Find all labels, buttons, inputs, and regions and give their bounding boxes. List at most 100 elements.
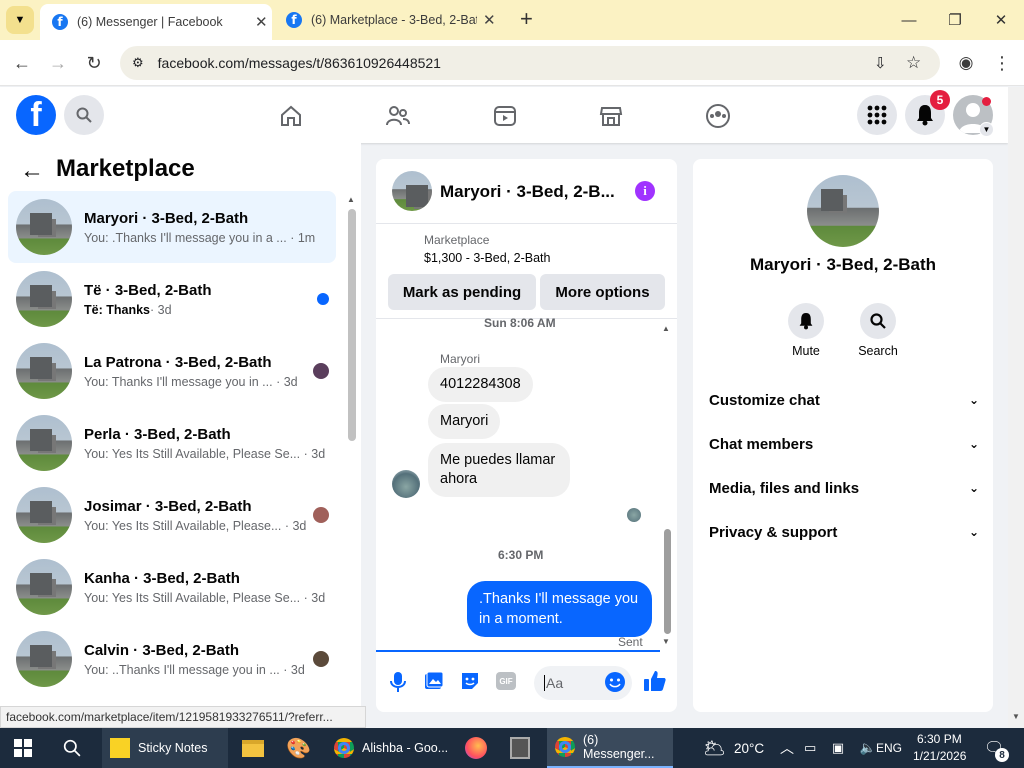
new-tab-button[interactable]: + [520, 6, 533, 32]
notification-center-count: 8 [995, 748, 1009, 762]
firefox-icon[interactable] [465, 728, 487, 768]
tab-search-button[interactable]: ▼ [6, 6, 34, 34]
friends-icon[interactable] [381, 99, 415, 133]
chevron-down-icon: ⌄ [968, 393, 979, 407]
media-files-links-section[interactable]: Media, files and links ⌄ [709, 474, 979, 502]
outgoing-message[interactable]: .Thanks I'll message you in a moment. [467, 581, 652, 637]
back-arrow-icon[interactable]: ← [20, 157, 44, 185]
conversation-item[interactable]: Josimar · 3-Bed, 2-Bath You: Yes Its Sti… [8, 479, 336, 551]
mark-pending-button[interactable]: Mark as pending [388, 274, 536, 310]
conversation-preview: You: Yes Its Still Available, Please Se.… [84, 446, 326, 461]
chevron-down-icon[interactable]: ▼ [979, 122, 994, 137]
input-language[interactable]: ENG [876, 728, 902, 768]
forward-icon[interactable]: → [42, 47, 74, 79]
scroll-up-arrow[interactable]: ▲ [662, 324, 670, 333]
install-app-icon[interactable]: ⇩ [874, 54, 887, 72]
weather-icon[interactable]: 🌥 [703, 728, 726, 768]
back-icon[interactable]: ← [6, 47, 38, 79]
tab-title: (6) Messenger | Facebook [77, 15, 223, 29]
scroll-down-arrow[interactable]: ▼ [662, 637, 670, 646]
seen-avatar [313, 363, 329, 379]
tab-messenger[interactable]: f (6) Messenger | Facebook ✕ [40, 4, 272, 40]
sticker-icon[interactable] [460, 671, 480, 696]
conversation-item[interactable]: La Patrona · 3-Bed, 2-Bath You: Thanks I… [8, 335, 336, 407]
taskbar-chrome-alishba[interactable]: Alishba - Goo... [328, 728, 454, 768]
chat-listing-thumbnail[interactable] [392, 171, 432, 211]
windows-start-icon[interactable] [14, 728, 32, 768]
menu-grid-icon[interactable] [857, 95, 897, 135]
profile-listing-photo[interactable] [807, 175, 879, 247]
info-icon[interactable]: i [635, 181, 655, 201]
thumbs-up-icon[interactable] [643, 669, 667, 698]
close-tab-icon[interactable]: ✕ [255, 13, 268, 31]
minimize-icon[interactable]: — [886, 0, 932, 40]
emoji-icon[interactable] [604, 671, 626, 698]
calculator-app-icon[interactable] [510, 728, 530, 768]
search-label: Search [858, 344, 898, 358]
notification-badge: 5 [930, 90, 950, 110]
customize-chat-section[interactable]: Customize chat ⌄ [709, 386, 979, 414]
search-icon[interactable] [64, 95, 104, 135]
weather-temp[interactable]: 20°C [734, 728, 764, 768]
more-options-button[interactable]: More options [540, 274, 665, 310]
conversation-item[interactable]: Maryori · 3-Bed, 2-Bath You: .Thanks I'l… [8, 191, 336, 263]
sender-name: Maryori [440, 352, 481, 366]
chat-members-section[interactable]: Chat members ⌄ [709, 430, 979, 458]
mute-bell-icon[interactable] [788, 303, 824, 339]
privacy-support-section[interactable]: Privacy & support ⌄ [709, 518, 979, 546]
reload-icon[interactable]: ↻ [78, 47, 110, 79]
gif-icon[interactable]: GIF [496, 672, 516, 690]
listing-detail[interactable]: $1,300 - 3-Bed, 2-Bath [424, 251, 550, 265]
menu-kebab-icon[interactable]: ⋮ [986, 47, 1018, 79]
conversation-item[interactable]: Kanha · 3-Bed, 2-Bath You: Yes Its Still… [8, 551, 336, 623]
sent-status: Sent [618, 635, 643, 649]
sticky-notes-icon [110, 738, 130, 758]
conversation-item[interactable]: Calvin · 3-Bed, 2-Bath You: ..Thanks I'l… [8, 623, 336, 695]
unread-dot [317, 293, 329, 305]
clock-time[interactable]: 6:30 PM [917, 732, 962, 746]
incoming-message[interactable]: Maryori [428, 404, 501, 439]
close-tab-icon[interactable]: ✕ [483, 11, 496, 29]
home-icon[interactable] [274, 99, 308, 133]
system-tray-icons[interactable]: ▭ ▣ 🔈 [804, 728, 882, 768]
chat-details-panel: Maryori · 3-Bed, 2-Bath Mute Search Cust… [693, 159, 993, 712]
browser-tab-bar: ▼ f (6) Messenger | Facebook ✕ f (6) Mar… [0, 0, 1024, 40]
show-hidden-icons[interactable]: ︿ [780, 728, 794, 768]
groups-icon[interactable] [701, 99, 735, 133]
restore-icon[interactable]: ❐ [932, 0, 978, 40]
clock-date[interactable]: 1/21/2026 [913, 749, 966, 763]
taskbar-search-icon[interactable] [63, 728, 81, 768]
search-icon[interactable] [860, 303, 896, 339]
address-bar[interactable]: ⚙ facebook.com/messages/t/86361092644852… [120, 46, 940, 80]
site-info-icon[interactable]: ⚙ [132, 55, 144, 71]
conversation-item[interactable]: Të · 3-Bed, 2-Bath Të: Thanks· 3d [8, 263, 336, 335]
scroll-up-arrow[interactable]: ▲ [347, 195, 355, 204]
tab-title: (6) Marketplace - 3-Bed, 2-Bath [311, 13, 477, 27]
conversation-list-scrollbar[interactable] [348, 209, 356, 441]
tab-marketplace[interactable]: f (6) Marketplace - 3-Bed, 2-Bath ✕ [274, 0, 506, 40]
microphone-icon[interactable] [388, 671, 408, 698]
paint-app-icon[interactable]: 🎨 [286, 728, 311, 768]
close-window-icon[interactable]: ✕ [978, 0, 1024, 40]
scroll-down-arrow[interactable]: ▼ [1012, 712, 1020, 721]
incoming-message[interactable]: 4012284308 [428, 367, 533, 402]
photo-icon[interactable] [424, 671, 444, 696]
profile-icon[interactable]: ◉ [950, 47, 982, 79]
watch-video-icon[interactable] [488, 99, 522, 133]
taskbar-chrome-messenger[interactable]: (6) Messenger... [547, 728, 673, 768]
chat-title[interactable]: Maryori · 3-Bed, 2-B... [440, 182, 615, 202]
marketplace-icon[interactable] [594, 99, 628, 133]
chat-scrollbar[interactable] [664, 529, 671, 634]
file-explorer-icon[interactable] [242, 728, 264, 768]
url-text: facebook.com/messages/t/863610926448521 [157, 55, 441, 71]
bookmark-star-icon[interactable]: ☆ [906, 53, 921, 73]
listing-thumbnail [16, 559, 72, 615]
conversation-preview: You: Thanks I'll message you in ... · 3d [84, 374, 298, 389]
conversation-item[interactable]: Perla · 3-Bed, 2-Bath You: Yes Its Still… [8, 407, 336, 479]
facebook-logo[interactable]: f [16, 95, 56, 135]
conversation-preview: Të: Thanks· 3d [84, 302, 172, 317]
page-scrollbar[interactable] [1008, 87, 1024, 728]
taskbar-sticky-notes[interactable]: Sticky Notes [102, 728, 228, 768]
account-status-dot [982, 97, 991, 106]
incoming-message[interactable]: Me puedes llamar ahora [428, 443, 570, 497]
